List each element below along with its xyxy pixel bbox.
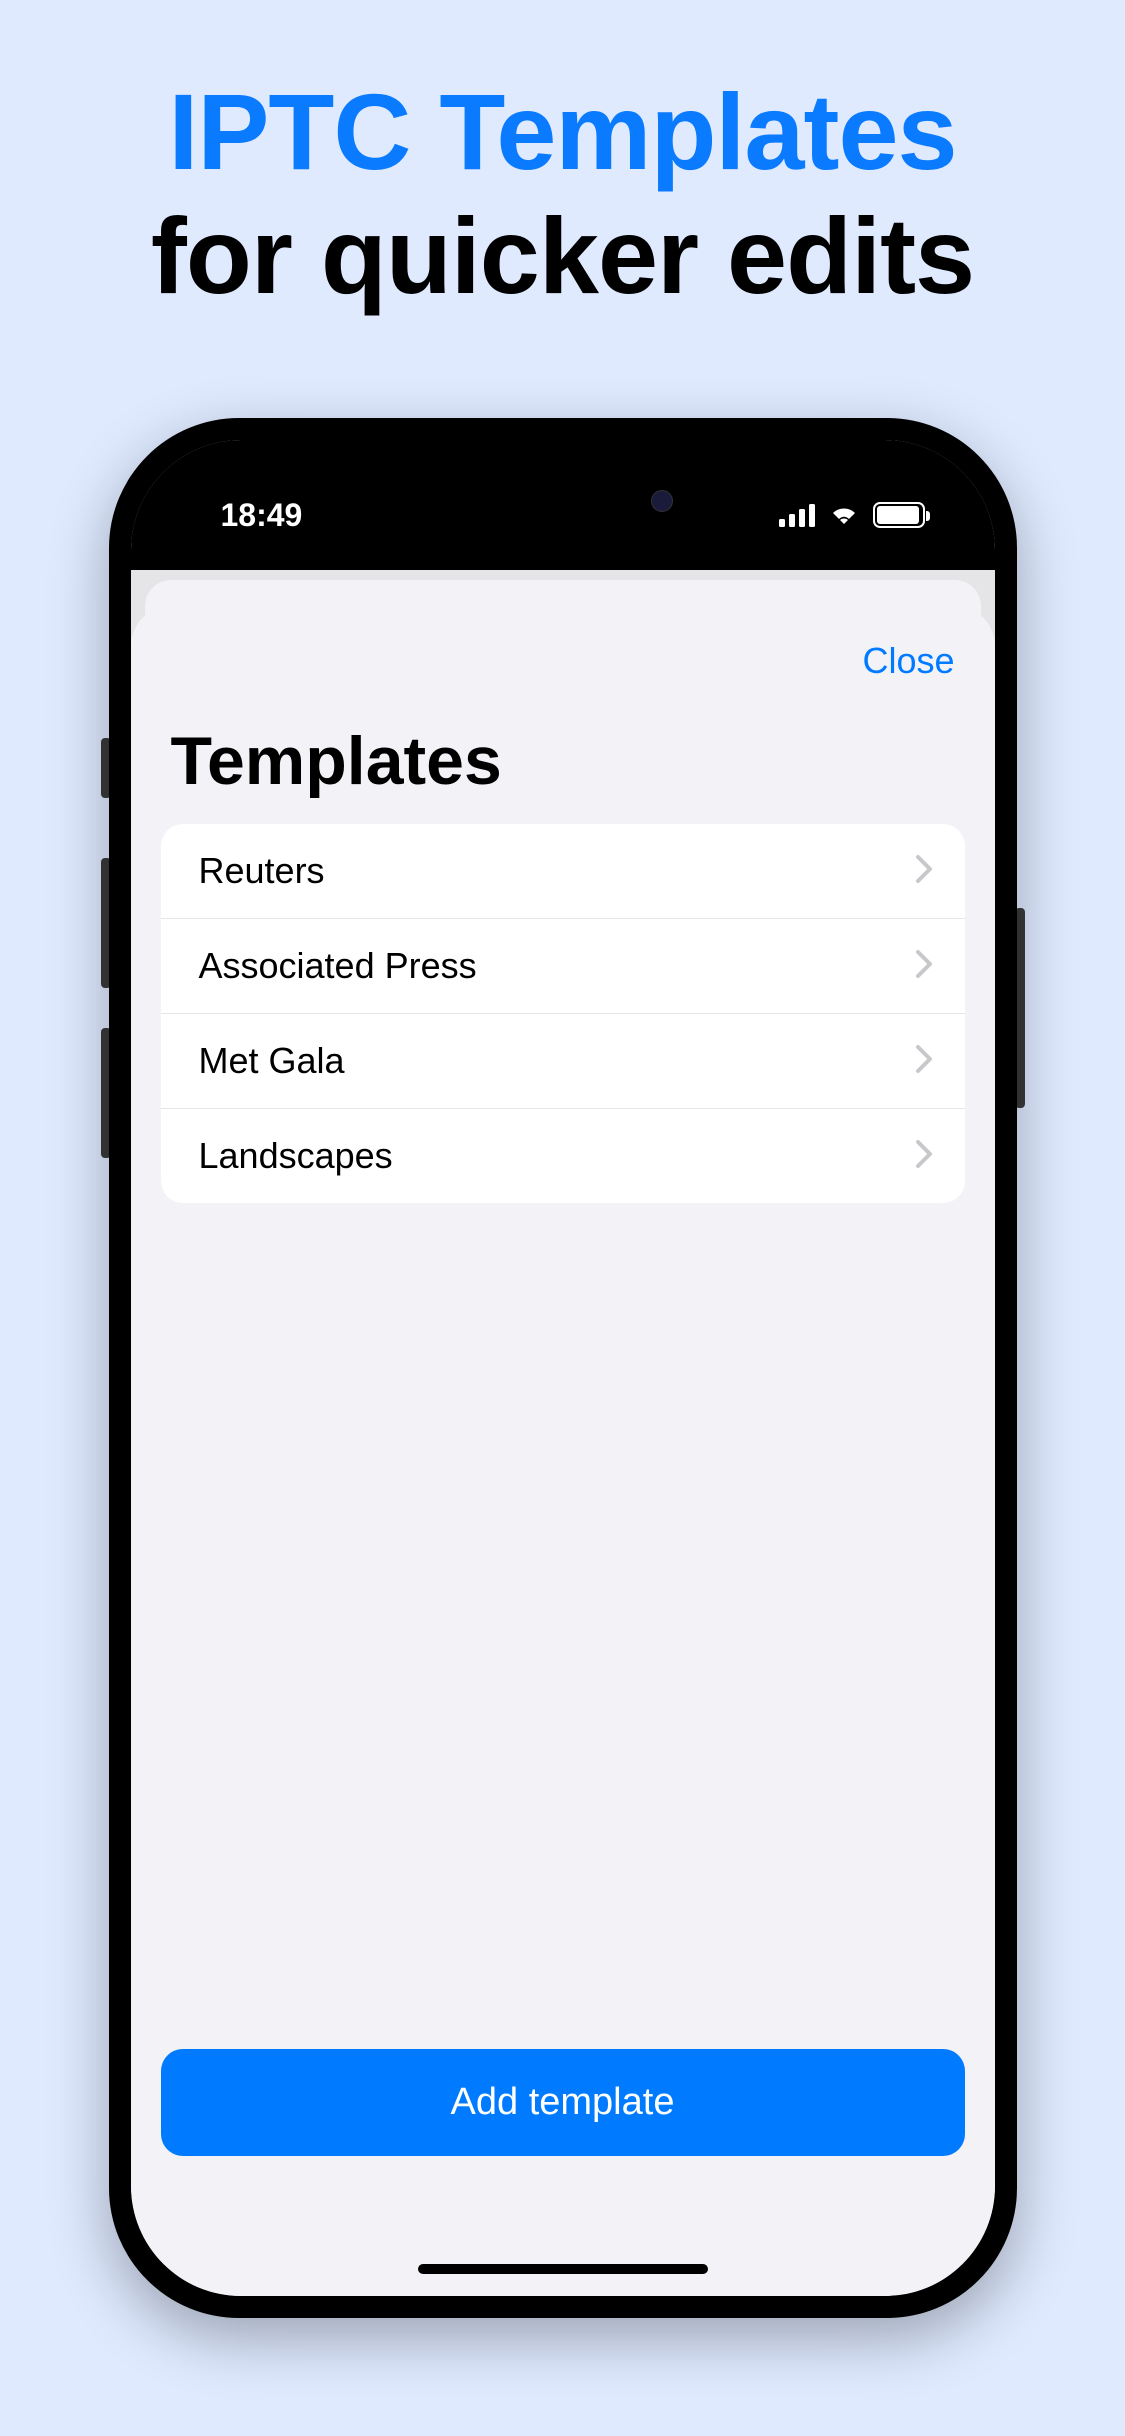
home-indicator[interactable] [418,2264,708,2274]
add-template-button[interactable]: Add template [161,2049,965,2156]
chevron-right-icon [915,854,933,889]
front-camera-icon [651,490,673,512]
templates-modal: Close Templates Reuters Associated Press [131,606,995,2296]
cellular-signal-icon [779,503,815,527]
marketing-headline-2: for quicker edits [0,194,1125,318]
marketing-header: IPTC Templates for quicker edits [0,0,1125,318]
template-label: Met Gala [199,1040,345,1082]
template-label: Landscapes [199,1135,393,1177]
template-list: Reuters Associated Press Met Gala [161,824,965,1203]
battery-icon [873,502,925,528]
chevron-right-icon [915,1139,933,1174]
chevron-right-icon [915,949,933,984]
status-icons [779,502,925,528]
dynamic-island [433,468,693,534]
close-button[interactable]: Close [862,640,954,682]
modal-footer: Add template [131,2049,995,2296]
status-time: 18:49 [221,497,303,534]
template-row-reuters[interactable]: Reuters [161,824,965,919]
modal-title: Templates [131,692,995,824]
template-row-met-gala[interactable]: Met Gala [161,1014,965,1109]
template-row-landscapes[interactable]: Landscapes [161,1109,965,1203]
marketing-headline-1: IPTC Templates [0,70,1125,194]
phone-mockup: 18:49 Close [109,418,1017,2318]
chevron-right-icon [915,1044,933,1079]
template-label: Reuters [199,850,325,892]
wifi-icon [827,503,861,527]
template-row-associated-press[interactable]: Associated Press [161,919,965,1014]
modal-navbar: Close [131,606,995,692]
template-label: Associated Press [199,945,477,987]
